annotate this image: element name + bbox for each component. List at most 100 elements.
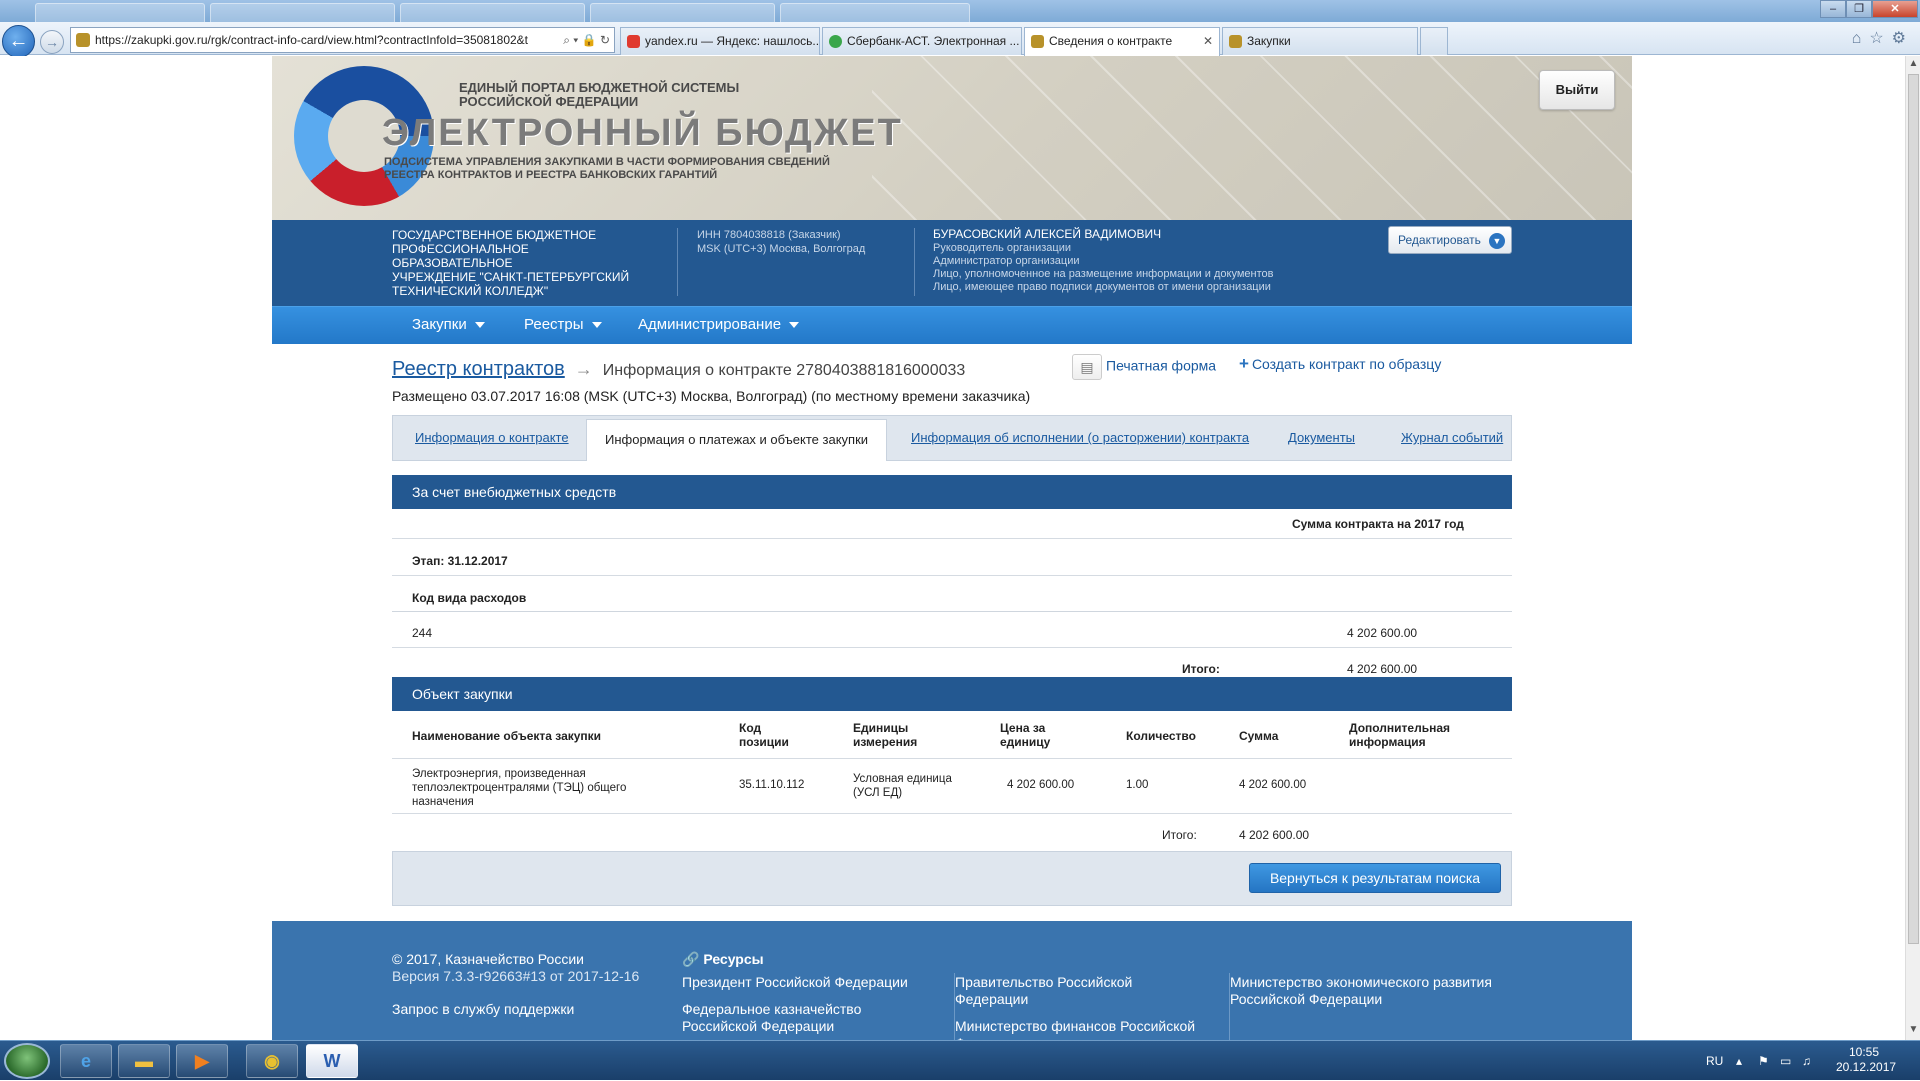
footer-link[interactable]: Министерство финансов Российской Федерац… (955, 1018, 1205, 1040)
start-button[interactable] (4, 1043, 50, 1079)
chrome-icon[interactable]: ◉ (246, 1044, 298, 1078)
browser-tab[interactable]: Закупки (1222, 27, 1418, 55)
action-center-flag-icon[interactable]: ⚑ (1758, 1041, 1769, 1081)
col-price: Цена за единицу (1000, 721, 1051, 749)
emblem-favicon-icon (1229, 35, 1242, 48)
resources-title-text: Ресурсы (703, 951, 764, 967)
logout-button[interactable]: Выйти (1539, 70, 1615, 110)
tray-expand-icon[interactable]: ▴ (1736, 1041, 1742, 1081)
user-role: Руководитель организации (933, 242, 1072, 254)
divider (677, 228, 678, 296)
portal-subtitle-line: ПОДСИСТЕМА УПРАВЛЕНИЯ ЗАКУПКАМИ В ЧАСТИ … (384, 156, 830, 168)
stage-label: Этап: 31.12.2017 (412, 554, 508, 568)
footer-link[interactable]: Федеральное казначейство Российской Феде… (682, 1001, 882, 1035)
scroll-up-icon[interactable]: ▲ (1908, 58, 1919, 69)
media-player-icon[interactable]: ▶ (176, 1044, 228, 1078)
tab-contract-info[interactable]: Информация о контракте (415, 416, 569, 460)
tab-label: Сбербанк-АСТ. Электронная ... (847, 34, 1020, 48)
arrow-right-icon: → (574, 359, 593, 379)
user-info: БУРАСОВСКИЙ АЛЕКСЕЙ ВАДИМОВИЧ Руководите… (933, 228, 1273, 294)
vertical-scrollbar[interactable]: ▲ ▼ (1905, 56, 1920, 1040)
object-sum: 4 202 600.00 (1239, 779, 1307, 791)
create-contract-link[interactable]: + Создать контракт по образцу (1239, 354, 1441, 374)
edit-profile-button[interactable]: Редактировать ▼ (1388, 226, 1512, 254)
menu-item-purchases[interactable]: Закупки (412, 307, 485, 345)
object-total-amount: 4 202 600.00 (1239, 828, 1310, 842)
col-qty: Количество (1126, 729, 1196, 743)
tab-documents[interactable]: Документы (1288, 416, 1355, 460)
menu-label: Администрирование (638, 316, 782, 333)
minimize-button[interactable]: – (1820, 0, 1846, 18)
tab-payments-and-object[interactable]: Информация о платежах и объекте закупки (586, 419, 888, 461)
background-tab[interactable] (590, 3, 775, 22)
scroll-down-icon[interactable]: ▼ (1908, 1024, 1919, 1035)
sberbank-favicon-icon (829, 35, 842, 48)
volume-icon[interactable]: ♫ (1802, 1041, 1811, 1081)
background-tab[interactable] (210, 3, 395, 22)
breadcrumb-link-registry[interactable]: Реестр контрактов (392, 358, 565, 380)
user-role: Лицо, имеющее право подписи документов о… (933, 281, 1271, 293)
page-container: ЕДИНЫЙ ПОРТАЛ БЮДЖЕТНОЙ СИСТЕМЫ РОССИЙСК… (272, 56, 1632, 1040)
background-tab[interactable] (35, 3, 205, 22)
caret-down-icon (474, 322, 485, 329)
col-extra: Дополнительная информация (1349, 721, 1451, 749)
menu-item-registries[interactable]: Реестры (524, 307, 602, 345)
object-total-label: Итого: (1162, 828, 1197, 842)
col-name: Наименование объекта закупки (412, 729, 602, 743)
background-tab[interactable] (780, 3, 970, 22)
tab-label: Сведения о контракте (1049, 34, 1173, 48)
print-form-link[interactable]: ▤ Печатная форма (1072, 354, 1216, 380)
new-tab-button[interactable] (1420, 27, 1448, 55)
file-explorer-icon[interactable]: ▬ (118, 1044, 170, 1078)
home-icon[interactable]: ⌂ (1852, 30, 1870, 47)
org-line: ГОСУДАРСТВЕННОЕ БЮДЖЕТНОЕ (392, 228, 597, 242)
system-clock[interactable]: 10:55 20.12.2017 (1836, 1045, 1896, 1075)
settings-gear-icon[interactable]: ⚙ (1892, 30, 1914, 47)
address-bar-icons[interactable]: ⌕ ▾ 🔒 ↻ (563, 28, 610, 52)
forward-arrow-icon[interactable]: → (40, 30, 64, 54)
clock-time: 10:55 (1848, 1045, 1880, 1059)
timezone-text: MSK (UTC+3) Москва, Волгоград (697, 243, 866, 255)
create-label: Создать контракт по образцу (1251, 356, 1442, 372)
browser-tab[interactable]: yandex.ru — Яндекс: нашлось... (620, 27, 820, 55)
organization-name: ГОСУДАРСТВЕННОЕ БЮДЖЕТНОЕ ПРОФЕССИОНАЛЬН… (392, 228, 642, 298)
browser-tab[interactable]: Сбербанк-АСТ. Электронная ... (822, 27, 1022, 55)
address-bar[interactable]: https://zakupki.gov.ru/rgk/contract-info… (70, 27, 615, 53)
object-unit: Условная единица (УСЛ ЕД) (853, 773, 952, 799)
network-icon[interactable]: ▭ (1780, 1041, 1791, 1081)
language-indicator[interactable]: RU (1706, 1041, 1723, 1081)
url-text: https://zakupki.gov.ru/rgk/contract-info… (95, 33, 529, 47)
footer-link[interactable]: Правительство Российской Федерации (955, 974, 1165, 1008)
word-icon[interactable]: W (306, 1044, 358, 1078)
browser-toolbar-icons[interactable]: ⌂☆⚙ (1852, 28, 1914, 48)
page-footer: © 2017, Казначейство России Версия 7.3.3… (272, 921, 1632, 1040)
favorites-star-icon[interactable]: ☆ (1869, 30, 1891, 47)
expense-amount: 4 202 600.00 (1347, 626, 1418, 640)
main-menu: Закупки Реестры Администрирование (272, 306, 1632, 344)
footer-link[interactable]: Министерство экономического развития Рос… (1230, 974, 1520, 1008)
scrollbar-thumb[interactable] (1908, 74, 1919, 944)
menu-item-administration[interactable]: Администрирование (638, 307, 800, 345)
user-name: БУРАСОВСКИЙ АЛЕКСЕЙ ВАДИМОВИЧ (933, 227, 1162, 241)
printer-icon: ▤ (1072, 354, 1102, 380)
back-to-results-button[interactable]: Вернуться к результатам поиска (1249, 863, 1501, 893)
close-tab-icon[interactable]: ✕ (1203, 28, 1213, 55)
maximize-button[interactable]: ❐ (1846, 0, 1872, 18)
plus-icon: + (1239, 354, 1249, 373)
resources-title: 🔗 Ресурсы (682, 951, 764, 968)
inn-text: ИНН 7804038818 (Заказчик) (697, 229, 841, 241)
page-title: Информация о контракте 27804038818160000… (602, 362, 966, 379)
object-qty: 1.00 (1126, 779, 1149, 791)
organization-inn: ИНН 7804038818 (Заказчик) MSK (UTC+3) Мо… (697, 228, 865, 256)
background-tab[interactable] (400, 3, 585, 22)
tab-event-log[interactable]: Журнал событий (1401, 416, 1503, 460)
browser-tab-active[interactable]: Сведения о контракте ✕ (1024, 27, 1220, 56)
footer-link[interactable]: Президент Российской Федерации (682, 974, 922, 991)
internet-explorer-icon[interactable]: e (60, 1044, 112, 1078)
support-link[interactable]: Запрос в службу поддержки (392, 1001, 574, 1018)
col-unit: Единицы измерения (853, 721, 918, 749)
close-window-button[interactable]: ✕ (1872, 0, 1918, 18)
object-name: Электроэнергия, произведенная теплоэлект… (412, 768, 627, 808)
tab-execution-info[interactable]: Информация об исполнении (о расторжении)… (911, 416, 1249, 460)
back-arrow-icon[interactable]: ← (2, 25, 35, 58)
